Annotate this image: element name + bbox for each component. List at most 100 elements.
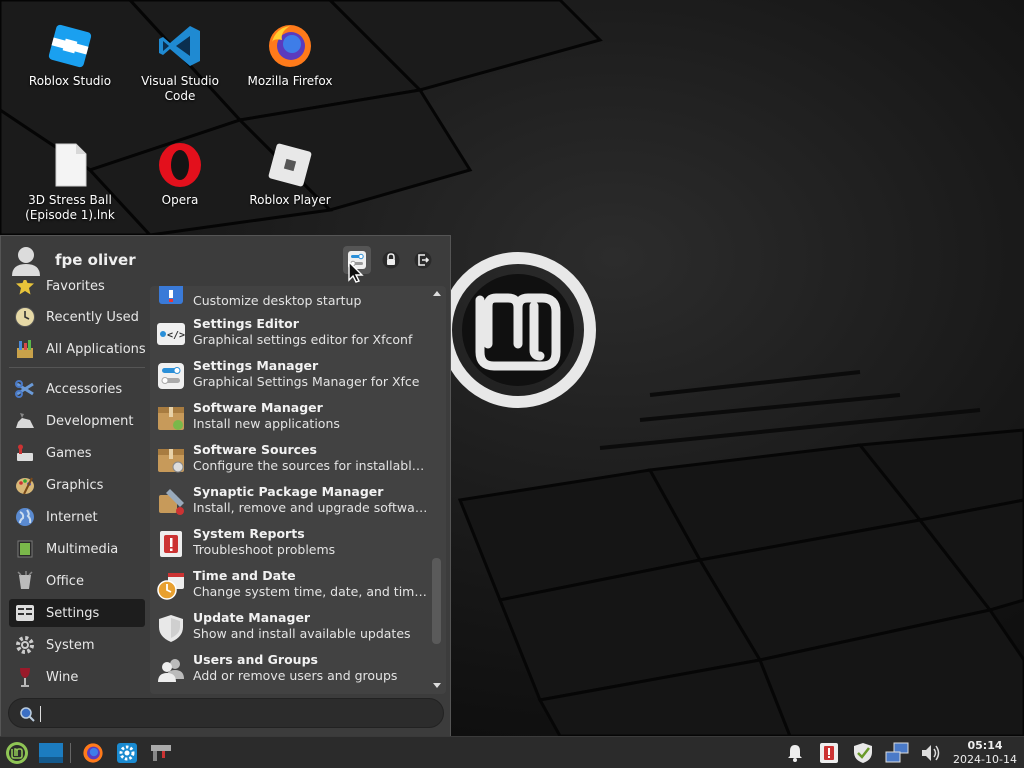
category-recently-used[interactable]: Recently Used (9, 303, 145, 331)
text-caret (40, 706, 41, 722)
category-accessories[interactable]: Accessories (9, 375, 145, 403)
app-item-software-sources[interactable]: Software Sources Configure the sources f… (150, 440, 430, 482)
clock-date: 2024-10-14 (953, 753, 1017, 766)
desktop-icon-label: Roblox Player (249, 193, 331, 207)
app-description: Graphical settings editor for Xfconf (193, 332, 413, 347)
logout-button[interactable] (409, 246, 437, 274)
category-label: Office (46, 573, 84, 589)
show-desktop-button[interactable] (37, 740, 65, 766)
app-description: Graphical Settings Manager for Xfce (193, 374, 420, 389)
wine-icon (20, 668, 30, 687)
app-name: Synaptic Package Manager (193, 484, 384, 499)
desktop-icon-roblox-studio[interactable]: Roblox Studio (15, 22, 125, 89)
username: fpe oliver (55, 251, 136, 269)
security-status-button[interactable] (849, 740, 877, 766)
system-icon (16, 636, 34, 654)
opera-icon (159, 143, 201, 187)
search-box[interactable] (8, 698, 444, 728)
update-alert-button[interactable] (815, 740, 843, 766)
development-icon (16, 413, 34, 428)
network-button[interactable] (883, 740, 911, 766)
scrollbar-thumb[interactable] (432, 558, 441, 644)
app-name: Settings Manager (193, 358, 319, 373)
app-item-update-manager[interactable]: Update Manager Show and install availabl… (150, 608, 430, 650)
desktop-icon-label: Roblox Studio (28, 74, 112, 88)
desktop-icon-stress-ball[interactable]: 3D Stress Ball (Episode 1).lnk (15, 141, 125, 223)
desktop-icon-vscode[interactable]: Visual Studio Code (125, 22, 235, 104)
category-development[interactable]: Development (9, 407, 145, 435)
roblox-studio-icon (48, 24, 92, 68)
scroll-up-icon[interactable] (432, 289, 442, 299)
category-label: System (46, 637, 95, 653)
app-name: Software Manager (193, 400, 323, 415)
category-graphics[interactable]: Graphics (9, 471, 145, 499)
search-input[interactable] (41, 702, 431, 724)
volume-button[interactable] (917, 740, 945, 766)
category-label: Wine (46, 669, 79, 685)
desktop-icon-label: Opera (161, 193, 199, 207)
internet-icon (16, 508, 34, 526)
scroll-down-icon[interactable] (432, 680, 442, 690)
update-alert-icon (820, 743, 838, 763)
application-menu: fpe oliver Favorites Recently Used All A… (0, 235, 451, 736)
category-all-applications[interactable]: All Applications (9, 335, 146, 363)
desktop-icon-label: Visual Studio Code (141, 74, 219, 103)
clock-icon (15, 307, 35, 327)
category-wine[interactable]: Wine (9, 663, 145, 690)
app-list-scrollbar[interactable] (430, 286, 444, 694)
clock[interactable]: 05:14 2024-10-14 (950, 739, 1020, 767)
lock-screen-button[interactable] (377, 246, 405, 274)
desktop-icon-label: 3D Stress Ball (Episode 1).lnk (25, 193, 115, 222)
category-system[interactable]: System (9, 631, 145, 659)
app-description: Configure the sources for installable s.… (193, 458, 430, 473)
category-favorites[interactable]: Favorites (9, 280, 145, 300)
games-icon (17, 444, 33, 461)
lock-icon (382, 251, 400, 269)
svg-text:</>: </> (167, 330, 185, 341)
app-item-time-date[interactable]: Time and Date Change system time, date, … (150, 566, 430, 608)
app-item-users-groups[interactable]: Users and Groups Add or remove users and… (150, 650, 430, 692)
category-list: Favorites Recently Used All Applications (6, 280, 147, 690)
settings-launcher[interactable] (113, 740, 141, 766)
category-multimedia[interactable]: Multimedia (9, 535, 145, 563)
app-item-settings-editor[interactable]: </> Settings Editor Graphical settings e… (150, 314, 430, 356)
app-item-system-reports[interactable]: System Reports Troubleshoot problems (150, 524, 430, 566)
firefox-launcher[interactable] (79, 740, 107, 766)
category-games[interactable]: Games (9, 439, 145, 467)
time-date-icon (157, 573, 184, 600)
graphics-icon (16, 477, 34, 495)
app-name: Users and Groups (193, 652, 318, 667)
app-description: Install new applications (193, 416, 340, 431)
notifications-button[interactable] (781, 740, 809, 766)
mouse-cursor (348, 260, 364, 283)
app-name: Settings Editor (193, 316, 299, 331)
application-list: Customize desktop startup </> Settings E… (150, 286, 446, 694)
category-separator (9, 367, 145, 368)
desktop-icon-firefox[interactable]: Mozilla Firefox (235, 22, 345, 89)
logout-icon (414, 251, 432, 269)
category-settings[interactable]: Settings (9, 599, 145, 627)
terminal-launcher[interactable] (147, 740, 175, 766)
app-item-synaptic[interactable]: Synaptic Package Manager Install, remove… (150, 482, 430, 524)
mint-menu-button[interactable] (3, 740, 31, 766)
desktop-icon-opera[interactable]: Opera (125, 141, 235, 208)
user-avatar-icon (12, 247, 40, 276)
software-sources-icon (158, 449, 184, 473)
category-label: Games (46, 445, 92, 461)
app-name: Update Manager (193, 610, 311, 625)
category-internet[interactable]: Internet (9, 503, 145, 531)
app-item-session-startup[interactable]: Customize desktop startup (150, 286, 430, 317)
synaptic-icon (159, 489, 184, 515)
users-groups-icon (158, 659, 184, 682)
app-name: Software Sources (193, 442, 317, 457)
category-office[interactable]: Office (9, 567, 145, 595)
category-label: Recently Used (46, 309, 139, 325)
vscode-icon (159, 26, 200, 66)
volume-icon (922, 745, 940, 761)
app-item-software-manager[interactable]: Software Manager Install new application… (150, 398, 430, 440)
firefox-icon (269, 25, 311, 67)
app-description: Customize desktop startup (193, 293, 362, 308)
app-item-settings-manager[interactable]: Settings Manager Graphical Settings Mana… (150, 356, 430, 398)
desktop-icon-roblox-player[interactable]: Roblox Player (235, 141, 345, 208)
session-startup-icon (159, 286, 183, 304)
